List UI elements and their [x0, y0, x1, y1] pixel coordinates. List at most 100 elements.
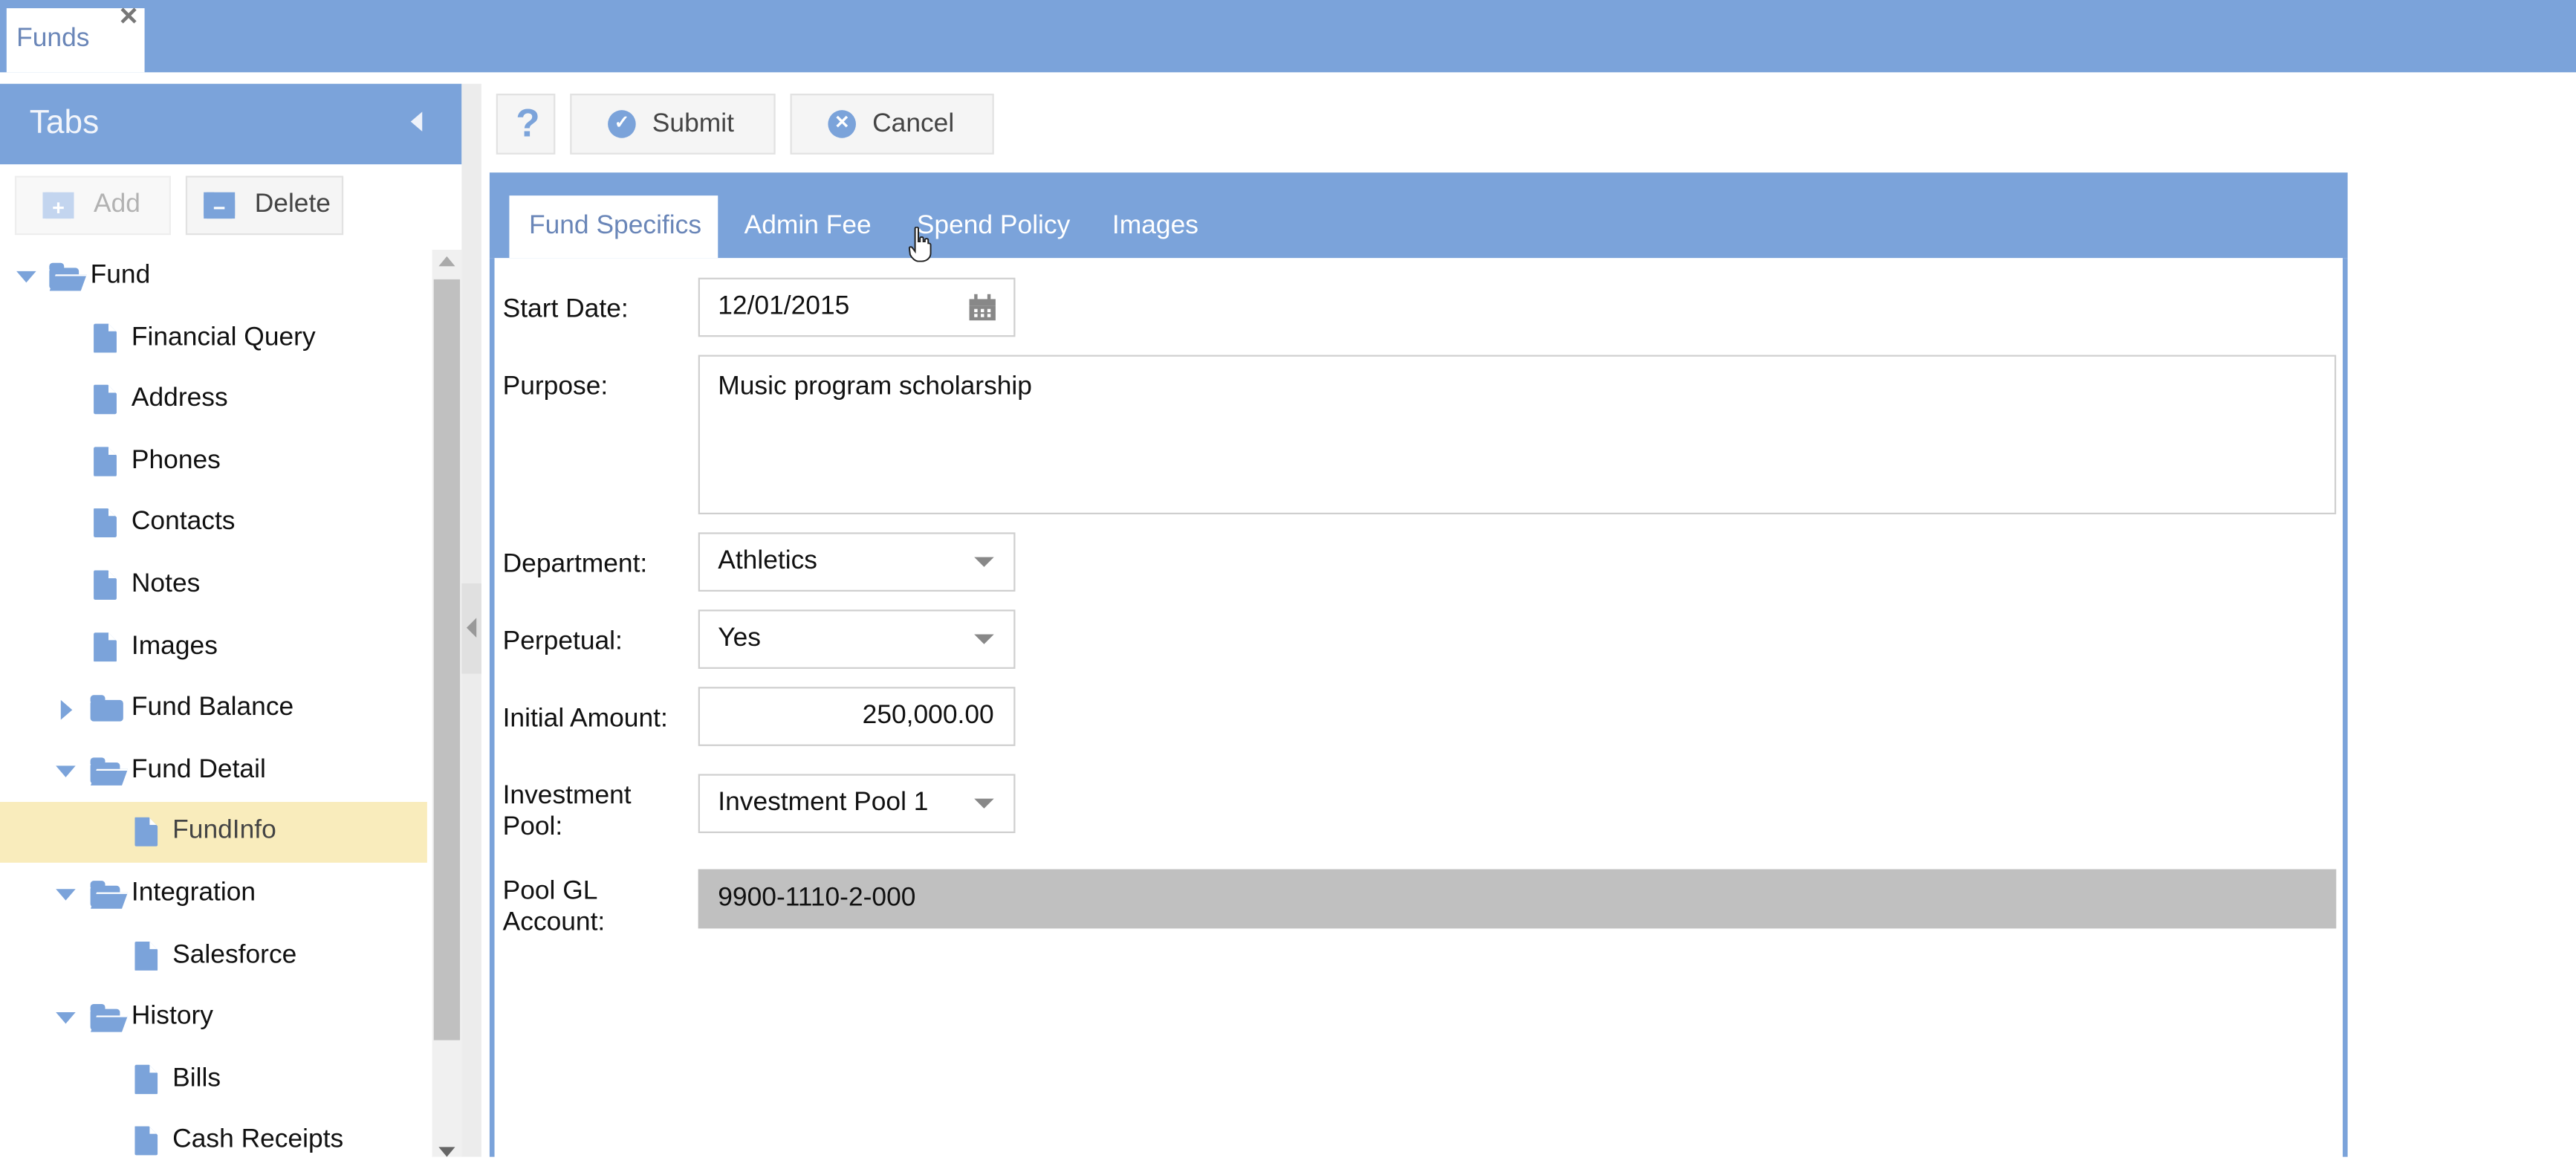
tree-item-label: Fund Balance: [131, 693, 294, 722]
tree-item-fund[interactable]: Fund: [0, 247, 427, 308]
collapse-left-icon: [466, 618, 477, 638]
form-panel-border-right: [2343, 258, 2348, 1157]
investment-pool-label-line1: Investment: [502, 782, 632, 811]
folder-remove-icon: −: [204, 192, 236, 219]
help-button[interactable]: ?: [496, 94, 556, 155]
file-icon: [134, 817, 158, 847]
tree-item-label: Financial Query: [131, 323, 316, 352]
tree-item-cash-receipts[interactable]: Cash Receipts: [0, 1112, 427, 1172]
delete-button[interactable]: − Delete: [185, 175, 344, 236]
file-icon: [134, 1064, 158, 1095]
tree-item-label: Address: [131, 384, 228, 413]
scroll-down-arrow-icon[interactable]: [438, 1147, 455, 1157]
pool-gl-account-value: 9900-1110-2-000: [718, 884, 916, 913]
tree-item-label: Salesforce: [172, 941, 297, 969]
purpose-value: Music program scholarship: [718, 372, 1032, 401]
chevron-down-icon: [974, 557, 994, 567]
tree-item-label: FundInfo: [172, 817, 276, 846]
tree-item-bills[interactable]: Bills: [0, 1049, 427, 1110]
tree-item-label: Cash Receipts: [172, 1126, 344, 1155]
sidebar-title: Tabs: [29, 105, 100, 142]
tree-item-financial-query[interactable]: Financial Query: [0, 308, 427, 369]
add-button-label: Add: [94, 190, 140, 219]
department-value: Athletics: [718, 547, 817, 575]
file-icon: [94, 508, 117, 538]
tree-item-label: Fund Detail: [131, 755, 266, 784]
tree-item-label: Phones: [131, 446, 221, 475]
pool-gl-account-label-line2: Account:: [502, 908, 606, 937]
scroll-up-arrow-icon[interactable]: [438, 256, 455, 267]
purpose-label: Purpose:: [502, 372, 609, 401]
folder-open-icon: [49, 262, 87, 291]
initial-amount-value: 250,000.00: [862, 702, 994, 730]
tab-admin-fee-label: Admin Fee: [744, 212, 872, 240]
file-icon: [94, 446, 117, 476]
check-circle-icon: ✓: [608, 110, 636, 138]
tree-scrollbar-thumb[interactable]: [433, 279, 461, 1040]
expand-down-icon[interactable]: [56, 1012, 76, 1024]
expand-down-icon[interactable]: [56, 889, 76, 901]
tree-item-fundinfo[interactable]: FundInfo: [0, 802, 427, 864]
expand-right-icon[interactable]: [60, 700, 73, 720]
file-icon: [94, 570, 117, 600]
pool-gl-account-field: 9900-1110-2-000: [698, 869, 2337, 929]
add-button[interactable]: + Add: [14, 175, 171, 236]
department-select[interactable]: Athletics: [698, 532, 1016, 592]
tree-item-fund-detail[interactable]: Fund Detail: [0, 741, 427, 802]
start-date-label: Start Date:: [502, 295, 629, 324]
form-panel-border-left: [489, 258, 495, 1157]
expand-down-icon[interactable]: [56, 765, 76, 777]
submit-button-label: Submit: [652, 109, 734, 137]
chevron-down-icon: [974, 634, 994, 644]
tree-item-fund-balance[interactable]: Fund Balance: [0, 679, 427, 740]
file-icon: [134, 1126, 158, 1156]
submit-button[interactable]: ✓ Submit: [570, 94, 776, 155]
folder-open-icon: [90, 757, 129, 786]
initial-amount-label: Initial Amount:: [502, 705, 668, 734]
initial-amount-input[interactable]: 250,000.00: [698, 687, 1016, 746]
investment-pool-select[interactable]: Investment Pool 1: [698, 774, 1016, 834]
start-date-field[interactable]: 12/01/2015: [698, 277, 1016, 337]
tree-item-label: Bills: [172, 1064, 221, 1092]
chevron-left-icon[interactable]: [410, 111, 423, 132]
tab-fund-specifics[interactable]: Fund Specifics: [509, 195, 718, 259]
tab-images[interactable]: Images: [1094, 195, 1219, 258]
document-tab-bar: [0, 0, 2576, 73]
tab-admin-fee[interactable]: Admin Fee: [724, 195, 889, 258]
perpetual-value: Yes: [718, 624, 761, 653]
tab-images-label: Images: [1112, 212, 1198, 240]
tree-item-notes[interactable]: Notes: [0, 555, 427, 616]
tree-item-label: History: [131, 1003, 213, 1031]
investment-pool-label-line2: Pool:: [502, 813, 563, 842]
tree-item-contacts[interactable]: Contacts: [0, 493, 427, 554]
tab-funds-label: Funds: [16, 25, 90, 53]
tab-fund-specifics-label: Fund Specifics: [528, 212, 702, 240]
tree-item-address[interactable]: Address: [0, 370, 427, 431]
file-icon: [94, 384, 117, 415]
calendar-icon[interactable]: [969, 294, 996, 321]
tree-item-salesforce[interactable]: Salesforce: [0, 926, 427, 987]
tree-item-images[interactable]: Images: [0, 617, 427, 678]
folder-open-icon: [90, 881, 129, 909]
perpetual-label: Perpetual:: [502, 627, 623, 656]
expand-down-icon[interactable]: [16, 271, 36, 283]
tree-item-label: Fund: [90, 261, 151, 290]
hand-cursor-icon: [908, 227, 932, 262]
perpetual-select[interactable]: Yes: [698, 609, 1016, 669]
cancel-button[interactable]: ✕ Cancel: [790, 94, 994, 155]
investment-pool-value: Investment Pool 1: [718, 789, 929, 817]
tree-item-phones[interactable]: Phones: [0, 432, 427, 493]
tree-item-integration[interactable]: Integration: [0, 864, 427, 925]
delete-button-label: Delete: [254, 190, 331, 219]
file-icon: [94, 323, 117, 353]
file-icon: [94, 632, 117, 662]
department-label: Department:: [502, 550, 648, 579]
tree-item-history[interactable]: History: [0, 988, 427, 1049]
tree-item-label: Images: [131, 632, 218, 660]
pool-gl-account-label-line1: Pool GL: [502, 877, 598, 906]
purpose-textarea[interactable]: Music program scholarship: [698, 354, 2337, 515]
tab-spend-policy-label: Spend Policy: [916, 212, 1071, 240]
tree-item-label: Integration: [131, 878, 256, 907]
cancel-button-label: Cancel: [872, 109, 955, 137]
close-icon[interactable]: ✕: [118, 4, 139, 31]
